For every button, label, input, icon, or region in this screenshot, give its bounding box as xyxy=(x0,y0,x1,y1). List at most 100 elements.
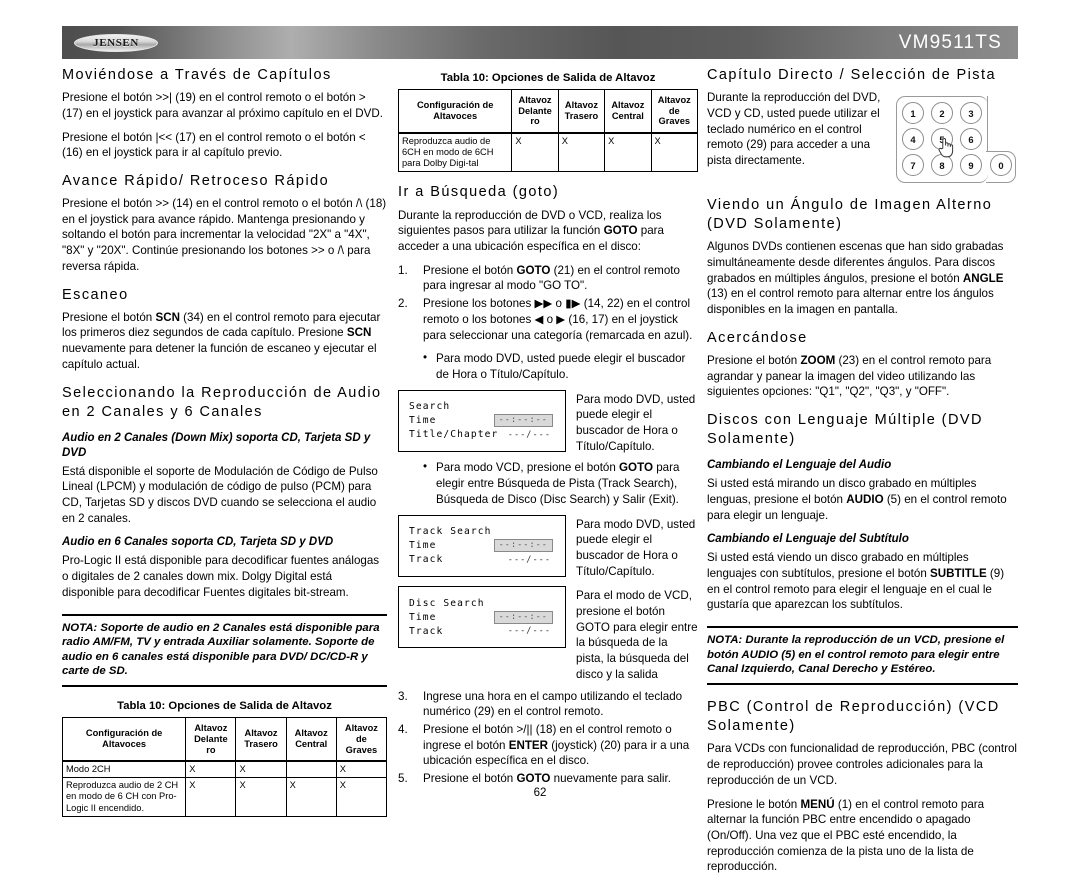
step-text: Presione el botón >/|| (18) en el contro… xyxy=(423,723,689,767)
step-text: Presione el botón GOTO nuevamente para s… xyxy=(423,772,671,785)
table-caption-mid: Tabla 10: Opciones de Salida de Altavoz xyxy=(398,72,698,84)
list-item: Para modo DVD, usted puede elegir el bus… xyxy=(423,351,698,382)
keypad-key-6[interactable]: 6 xyxy=(960,128,982,150)
right-column: Capítulo Directo / Selección de Pista Du… xyxy=(707,66,1018,875)
list-item: 1. Presione el botón GOTO (21) en el con… xyxy=(398,263,698,294)
speaker-output-table-left: Configuración de Altavoces Altavoz Delan… xyxy=(62,717,387,817)
osd-search-caption: Para modo DVD, usted puede elegir el bus… xyxy=(576,390,698,455)
th-altavoz-graves: Altavoz de Graves xyxy=(651,90,697,134)
step-text: Ingrese una hora en el campo utilizando … xyxy=(423,690,682,719)
heading-pbc: PBC (Control de Reproducción) (VCD Solam… xyxy=(707,698,1018,736)
keypad-figure-text: Durante la reproducción del DVD, VCD y C… xyxy=(707,90,882,169)
osd-track-label: Track xyxy=(409,554,443,565)
left-column: Moviéndose a Través de Capítulos Presion… xyxy=(62,66,387,817)
keypad-key-7[interactable]: 7 xyxy=(902,154,924,176)
middle-column: Tabla 10: Opciones de Salida de Altavoz … xyxy=(398,66,698,795)
keypad-key-9[interactable]: 9 xyxy=(960,154,982,176)
paragraph-pbc-1: Para VCDs con funcionalidad de reproducc… xyxy=(707,741,1018,788)
cell-mark: X xyxy=(605,133,651,172)
osd-line: Title/Chapter ---/--- xyxy=(409,428,565,442)
osd-search-row: Search Time --:--:-- Title/Chapter ---/-… xyxy=(398,390,698,455)
osd-track-value[interactable]: ---/--- xyxy=(508,626,551,636)
osd-line: Track Search xyxy=(409,525,565,539)
keypad-key-4[interactable]: 4 xyxy=(902,128,924,150)
goto-steps-list-2: 3. Ingrese una hora en el campo utilizan… xyxy=(398,689,698,787)
cell-mark: X xyxy=(558,133,604,172)
cell-mark: X xyxy=(236,761,286,778)
osd-disc-search-caption: Para el modo de VCD, presione el botón G… xyxy=(576,586,698,682)
cell-config: Reproduzca audio de 6CH en modo de 6CH p… xyxy=(399,133,512,172)
osd-title: Track Search xyxy=(409,526,492,537)
osd-line: Track ---/--- xyxy=(409,624,565,638)
page-number: 62 xyxy=(0,787,1080,799)
step-number: 2. xyxy=(398,296,408,312)
osd-track-value[interactable]: ---/--- xyxy=(508,555,551,565)
table-caption-left: Tabla 10: Opciones de Salida de Altavoz xyxy=(62,700,387,712)
step-number: 1. xyxy=(398,263,408,279)
list-item: 5. Presione el botón GOTO nuevamente par… xyxy=(398,771,698,787)
th-altavoz-trasero: Altavoz Trasero xyxy=(558,90,604,134)
table-row: Modo 2CH X X X xyxy=(63,761,387,778)
keypad-outline-right-upper xyxy=(986,96,988,152)
goto-steps-list-1: 1. Presione el botón GOTO (21) en el con… xyxy=(398,263,698,344)
paragraph-lenguaje-subtitulo: Si usted está viendo un disco grabado en… xyxy=(707,550,1018,613)
osd-chapter-value[interactable]: ---/--- xyxy=(508,430,551,440)
numeric-keypad-diagram: 1 2 3 4 5 6 7 8 9 0 xyxy=(890,94,1018,185)
manual-page: JENSEN VM9511TS Moviéndose a Través de C… xyxy=(0,0,1080,834)
keypad-key-2[interactable]: 2 xyxy=(931,102,953,124)
osd-title: Disc Search xyxy=(409,598,485,609)
goto-bullet-list-1: Para modo DVD, usted puede elegir el bus… xyxy=(398,351,698,382)
cell-mark xyxy=(286,761,336,778)
cell-config: Modo 2CH xyxy=(63,761,186,778)
step-number: 3. xyxy=(398,689,408,705)
paragraph-angulo-alterno: Algunos DVDs contienen escenas que han s… xyxy=(707,239,1018,318)
osd-line: Disc Search xyxy=(409,596,565,610)
subheading-lenguaje-subtitulo: Cambiando el Lenguaje del Subtítulo xyxy=(707,532,1018,547)
th-altavoz-central: Altavoz Central xyxy=(286,718,336,762)
osd-time-field[interactable]: --:--:-- xyxy=(494,539,553,552)
keypad-key-0[interactable]: 0 xyxy=(990,154,1012,176)
osd-time-field[interactable]: --:--:-- xyxy=(494,414,553,427)
osd-title: Search xyxy=(409,401,450,412)
cell-mark: X xyxy=(336,761,386,778)
osd-line: Time --:--:-- xyxy=(409,610,565,624)
heading-seleccionando-audio: Seleccionando la Reproducción de Audio e… xyxy=(62,384,387,422)
keypad-key-3[interactable]: 3 xyxy=(960,102,982,124)
table-row: Reproduzca audio de 6CH en modo de 6CH p… xyxy=(399,133,698,172)
subheading-lenguaje-audio: Cambiando el Lenguaje del Audio xyxy=(707,458,1018,473)
osd-time-field[interactable]: --:--:-- xyxy=(494,611,553,624)
paragraph-capitulo-directo: Durante la reproducción del DVD, VCD y C… xyxy=(707,90,882,169)
heading-ir-a-busqueda: Ir a Búsqueda (goto) xyxy=(398,183,698,202)
heading-capitulo-directo: Capítulo Directo / Selección de Pista xyxy=(707,66,1018,85)
th-altavoz-delantero: Altavoz Delante ro xyxy=(186,718,236,762)
subheading-audio-2-canales: Audio en 2 Canales (Down Mix) soporta CD… xyxy=(62,431,387,461)
step-number: 4. xyxy=(398,722,408,738)
table-header-row: Configuración de Altavoces Altavoz Delan… xyxy=(63,718,387,762)
osd-time-label: Time xyxy=(409,540,437,551)
list-item: Para modo VCD, presione el botón GOTO pa… xyxy=(423,460,698,507)
cell-mark: X xyxy=(186,761,236,778)
heading-moviendose: Moviéndose a Través de Capítulos xyxy=(62,66,387,85)
cell-mark: X xyxy=(651,133,697,172)
list-item: 4. Presione el botón >/|| (18) en el con… xyxy=(398,722,698,769)
th-altavoz-graves: Altavoz de Graves xyxy=(336,718,386,762)
osd-track-search-caption: Para modo DVD, usted puede elegir el bus… xyxy=(576,515,698,580)
osd-track-label: Track xyxy=(409,626,443,637)
keypad-figure-wrap: Durante la reproducción del DVD, VCD y C… xyxy=(707,90,1018,185)
note-box-audio: NOTA: Soporte de audio en 2 Canales está… xyxy=(62,614,387,688)
paragraph-moviendose-2: Presione el botón |<< (17) en el control… xyxy=(62,130,387,161)
osd-line: Time --:--:-- xyxy=(409,414,565,428)
heading-acercandose: Acercándose xyxy=(707,329,1018,348)
page-header-banner: JENSEN VM9511TS xyxy=(62,26,1018,59)
paragraph-moviendose-1: Presione el botón >>| (19) en el control… xyxy=(62,90,387,121)
subheading-audio-6-canales: Audio en 6 Canales soporta CD, Tarjeta S… xyxy=(62,535,387,550)
cell-mark: X xyxy=(512,133,558,172)
list-item: 2. Presione los botones ▶▶ o ▮▶ (14, 22)… xyxy=(398,296,698,343)
osd-time-label: Time xyxy=(409,612,437,623)
heading-angulo-alterno: Viendo un Ángulo de Imagen Alterno (DVD … xyxy=(707,196,1018,234)
speaker-output-table-mid: Configuración de Altavoces Altavoz Delan… xyxy=(398,89,698,172)
osd-track-search-row: Track Search Time --:--:-- Track ---/---… xyxy=(398,515,698,580)
note-box-vcd-audio: NOTA: Durante la reproducción de un VCD,… xyxy=(707,626,1018,685)
paragraph-goto-intro: Durante la reproducción de DVD o VCD, re… xyxy=(398,208,698,255)
keypad-key-1[interactable]: 1 xyxy=(902,102,924,124)
